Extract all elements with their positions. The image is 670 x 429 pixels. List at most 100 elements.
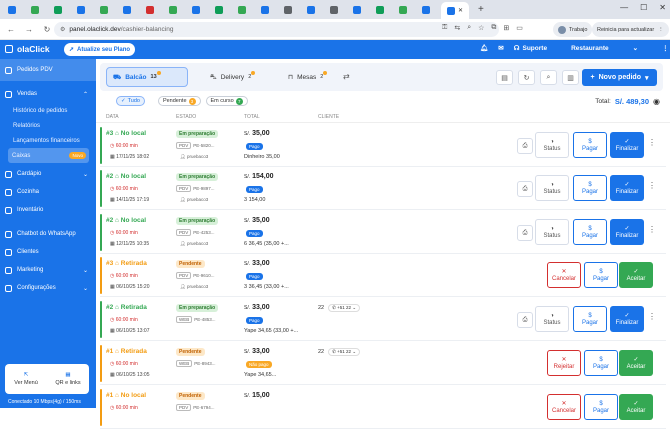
tab-delivery[interactable]: ⛍ Delivery 2 [204, 67, 257, 87]
support-button[interactable]: ☊ Suporte [514, 44, 547, 53]
order-row[interactable]: #3 ⌂ Retirada ◷ 60:00 min ▦ 06/10/25 15:20… [100, 254, 666, 297]
order-row[interactable]: #2 ⌂ No local ◷ 60:00 min ▦ 12/11/25 10:35… [100, 211, 666, 254]
minimize-icon[interactable]: — [620, 3, 628, 12]
pay-button[interactable]: $ Pagar [573, 306, 607, 332]
row-more-icon[interactable]: ⋮ [648, 225, 656, 234]
pay-button[interactable]: $ Pagar [573, 219, 607, 245]
grid-view-button[interactable]: ▥ [562, 70, 579, 85]
sidebar-item-configuracoes[interactable]: Configurações ⌄ [0, 279, 96, 297]
status-button[interactable]: ◑ Status [535, 306, 569, 332]
report-button[interactable]: ▤ [496, 70, 513, 85]
filter-em-curso[interactable]: Em curso 7 [205, 96, 248, 106]
mail-icon[interactable]: ✉ [498, 44, 503, 52]
tab-mesas[interactable]: ⊓ Mesas 2 [282, 67, 329, 87]
pay-button[interactable]: $ Pagar [584, 394, 618, 420]
bell-icon[interactable]: 🔔︎ [480, 44, 488, 52]
pay-button[interactable]: $ Pagar [584, 350, 618, 376]
browser-tab[interactable] [349, 2, 365, 17]
accept-button[interactable]: ✓ Aceitar [619, 350, 653, 376]
ver-menu-button[interactable]: ⇱ Ver Menú [5, 364, 47, 394]
browser-tab[interactable] [119, 2, 135, 17]
sidebar-item-chatbot[interactable]: Chatbot do WhatsApp [0, 225, 96, 243]
forward-icon[interactable]: → [22, 25, 36, 34]
sidebar-subitem-lancamentos[interactable]: Lançamentos financeiros [0, 133, 96, 148]
new-tab-icon[interactable]: + [478, 4, 484, 15]
browser-tab[interactable] [372, 2, 388, 17]
translate-icon[interactable]: ⇆ [454, 24, 460, 32]
tab-balcao[interactable]: ⛟ Balcão 13 [106, 67, 188, 87]
browser-tab[interactable] [188, 2, 204, 17]
accept-button[interactable]: ✓ Aceitar [619, 394, 653, 420]
finish-button[interactable]: ✓ Finalizar [610, 306, 644, 332]
app-more-icon[interactable]: ⋮ [662, 44, 669, 52]
cancel-button[interactable]: ✕ Cancelar [547, 262, 581, 288]
finish-button[interactable]: ✓ Finalizar [610, 175, 644, 201]
swap-icon[interactable]: ⇄ [343, 72, 350, 81]
browser-tab[interactable] [234, 2, 250, 17]
print-button[interactable]: ⎙ [517, 225, 533, 241]
print-button[interactable]: ⎙ [517, 138, 533, 154]
restaurant-selector[interactable]: Restaurante ⌄ [571, 44, 638, 53]
row-more-icon[interactable]: ⋮ [648, 138, 656, 147]
restart-update-button[interactable]: Reinicia para actualizar ⋮ [592, 22, 669, 37]
row-more-icon[interactable]: ⋮ [648, 312, 656, 321]
browser-tab[interactable] [418, 2, 434, 17]
cancel-button[interactable]: ✕ Cancelar [547, 394, 581, 420]
reject-button[interactable]: ✕ Rejeitar [547, 350, 581, 376]
status-button[interactable]: ◑ Status [535, 132, 569, 158]
browser-tab[interactable] [165, 2, 181, 17]
order-id[interactable]: #3 ⌂ No local [106, 130, 146, 137]
order-row[interactable]: #2 ⌂ No local ◷ 60:00 min ▦ 14/11/25 17:19… [100, 167, 666, 210]
status-button[interactable]: ◑ Status [535, 219, 569, 245]
browser-tab[interactable] [142, 2, 158, 17]
order-id[interactable]: #2 ⌂ No local [106, 217, 146, 224]
filter-pendente[interactable]: Pendente 3 [157, 96, 201, 106]
browser-tab[interactable] [257, 2, 273, 17]
print-button[interactable]: ⎙ [517, 181, 533, 197]
maximize-icon[interactable]: ☐ [640, 3, 647, 12]
browser-tab[interactable] [4, 2, 20, 17]
close-tab-icon[interactable]: ✕ [458, 7, 463, 14]
browser-tab[interactable] [96, 2, 112, 17]
upgrade-plan-button[interactable]: ➚ Atualize seu Plano [64, 43, 136, 56]
sidebar-item-cozinha[interactable]: Cozinha [0, 183, 96, 201]
order-id[interactable]: #1 ⌂ No local [106, 392, 146, 399]
finish-button[interactable]: ✓ Finalizar [610, 219, 644, 245]
search-button[interactable]: ⌕ [540, 70, 557, 85]
browser-tab[interactable] [50, 2, 66, 17]
site-info-icon[interactable]: ⚙ [60, 26, 65, 33]
sidepanel-icon[interactable]: ▭ [516, 24, 523, 32]
sidebar-item-cardapio[interactable]: Cardápio ⌄ [0, 165, 96, 183]
key-icon[interactable]: ⚿ [442, 24, 447, 32]
browser-tab[interactable] [395, 2, 411, 17]
filter-tudo[interactable]: ✓ Tudo [116, 96, 145, 106]
whatsapp-chip[interactable]: ✆ +51 22 ⌄ [328, 304, 361, 312]
eye-icon[interactable]: ◉ [653, 97, 660, 106]
pay-button[interactable]: $ Pagar [573, 132, 607, 158]
accept-button[interactable]: ✓ Aceitar [619, 262, 653, 288]
bookmark-star-icon[interactable]: ☆ [478, 24, 484, 32]
order-id[interactable]: #3 ⌂ Retirada [106, 260, 147, 267]
sidebar-subitem-historico[interactable]: Histórico de pedidos [0, 103, 96, 118]
new-order-button[interactable]: + Novo pedido ▾ [582, 69, 657, 86]
profile-button[interactable]: Trabajo [553, 22, 593, 37]
extension-icon[interactable]: ⧉ [491, 24, 496, 32]
app-logo[interactable]: olaClick [5, 44, 50, 54]
sidebar-item-clientes[interactable]: Clientes [0, 243, 96, 261]
finish-button[interactable]: ✓ Finalizar [610, 132, 644, 158]
pay-button[interactable]: $ Pagar [584, 262, 618, 288]
extensions-puzzle-icon[interactable]: ⊞ [503, 24, 509, 32]
whatsapp-chip[interactable]: ✆ +51 22 ⌄ [328, 348, 361, 356]
refresh-button[interactable]: ↻ [518, 70, 535, 85]
zoom-icon[interactable]: ⌕ [467, 24, 471, 32]
order-row[interactable]: #1 ⌂ Retirada ◷ 60:00 min ▦ 06/10/25 13:05… [100, 342, 666, 385]
order-id[interactable]: #2 ⌂ Retirada [106, 304, 147, 311]
sidebar-item-inventario[interactable]: Inventário [0, 201, 96, 219]
order-id[interactable]: #1 ⌂ Retirada [106, 348, 147, 355]
browser-tab[interactable] [303, 2, 319, 17]
sidebar-item-vendas[interactable]: Vendas ⌃ [0, 85, 96, 103]
pay-button[interactable]: $ Pagar [573, 175, 607, 201]
sidebar-subitem-relatorios[interactable]: Relatórios [0, 118, 96, 133]
order-id[interactable]: #2 ⌂ No local [106, 173, 146, 180]
close-window-icon[interactable]: ✕ [659, 3, 666, 12]
